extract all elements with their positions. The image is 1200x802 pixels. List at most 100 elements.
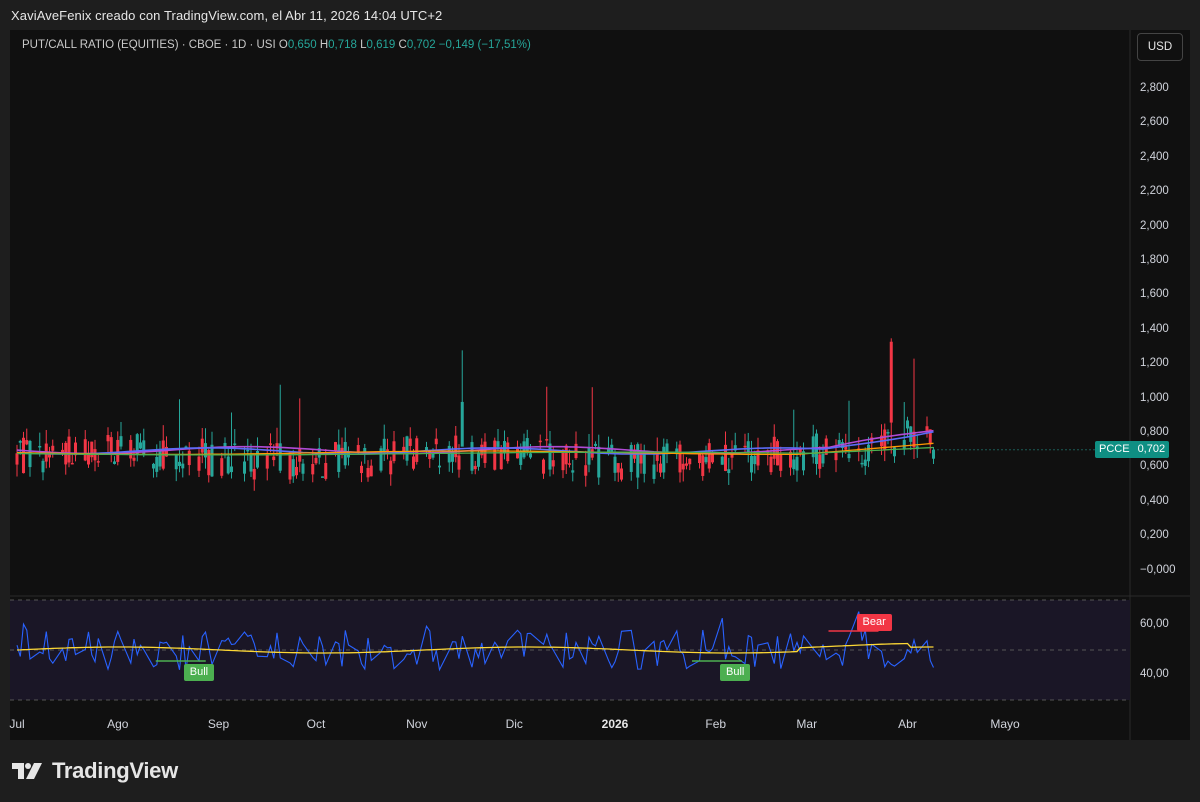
y-tick-label: 2,000 — [1140, 219, 1169, 232]
candle-body — [197, 456, 201, 471]
candle-body — [129, 439, 133, 459]
candle-body — [158, 449, 162, 467]
x-tick-label: Dic — [505, 717, 523, 731]
candle-body — [15, 453, 19, 465]
candle-body — [41, 460, 45, 473]
candle-body — [291, 459, 295, 477]
candle-body — [659, 463, 662, 473]
x-tick-label: Jul — [9, 717, 25, 731]
candle-body — [473, 465, 477, 470]
candle-body — [542, 459, 545, 474]
tradingview-logo[interactable]: TradingView — [12, 758, 178, 784]
candle-body — [246, 449, 250, 452]
candle-body — [386, 449, 389, 451]
candle-body — [132, 457, 136, 461]
y-tick-label: 0,800 — [1140, 425, 1169, 438]
candle-body — [252, 468, 256, 480]
candle-body — [139, 442, 142, 449]
candle-body — [642, 453, 646, 474]
bear-signal-label: Bear — [856, 614, 892, 631]
candle-body — [382, 438, 386, 453]
x-tick-label: Ago — [107, 717, 129, 731]
candle-body — [496, 441, 500, 447]
candle-body — [795, 456, 799, 471]
candle-body — [629, 444, 633, 472]
candle-body — [886, 432, 890, 434]
candle-body — [522, 441, 526, 458]
candle-body — [210, 444, 214, 477]
candle-body — [704, 457, 708, 463]
candle-body — [529, 453, 532, 458]
x-tick-label: Abr — [898, 717, 917, 731]
candle-body — [493, 440, 497, 470]
candle-body — [22, 437, 25, 474]
candle-body — [178, 461, 181, 467]
candle-body — [301, 463, 305, 474]
legend-close: 0,702 — [406, 39, 436, 51]
legend-high: 0,718 — [328, 39, 357, 51]
candle-body — [720, 456, 724, 465]
candle-body — [119, 436, 123, 447]
candle-body — [415, 438, 419, 462]
y-tick-label: 1,000 — [1140, 391, 1169, 404]
y-tick-label: 0,200 — [1140, 529, 1169, 542]
chart-canvas[interactable] — [0, 0, 1200, 802]
candle-body — [746, 441, 750, 453]
candle-body — [269, 443, 272, 445]
candle-body — [639, 453, 643, 464]
candle-body — [233, 443, 237, 445]
candle-body — [652, 464, 656, 479]
tradingview-logo-icon — [12, 763, 42, 779]
candle-body — [116, 439, 120, 462]
candle-body — [366, 467, 370, 478]
candle-body — [678, 444, 682, 473]
candle-body — [519, 451, 523, 465]
candle-body — [834, 451, 838, 461]
symbol-title: PUT/CALL RATIO (EQUITIES) · CBOE · 1D · … — [22, 39, 276, 51]
candle-body — [792, 459, 796, 470]
candle-body — [425, 447, 428, 451]
candle-body — [438, 465, 441, 468]
x-tick-label: Sep — [207, 717, 230, 731]
candle-body — [613, 456, 617, 473]
candle-body — [109, 437, 113, 454]
candle-body — [860, 462, 864, 465]
candle-body — [863, 459, 867, 466]
candle-body — [70, 462, 74, 465]
symbol-legend[interactable]: PUT/CALL RATIO (EQUITIES) · CBOE · 1D · … — [22, 39, 531, 51]
candle-body — [181, 463, 185, 469]
y-tick-label: 2,200 — [1140, 185, 1169, 198]
candle-body — [724, 444, 727, 471]
candle-body — [83, 439, 87, 461]
candle-body — [571, 470, 575, 473]
candle-body — [314, 457, 318, 464]
y-tick-label: 1,800 — [1140, 253, 1169, 266]
candle-body — [272, 456, 276, 461]
legend-low: 0,619 — [366, 39, 396, 51]
candle-body — [447, 445, 451, 463]
candle-body — [779, 454, 783, 471]
candle-body — [288, 452, 292, 480]
candle-body — [925, 426, 929, 431]
candle-body — [688, 458, 692, 465]
legend-high-label: H — [319, 39, 329, 51]
candle-body — [906, 420, 909, 429]
y-tick-label: 1,600 — [1140, 288, 1169, 301]
candle-body — [545, 439, 549, 441]
candle-body — [321, 476, 324, 478]
footer — [0, 740, 1200, 802]
candle-body — [220, 458, 224, 476]
candle-body — [564, 445, 568, 465]
rsi-tick-label: 40,00 — [1140, 668, 1169, 680]
candle-body — [200, 438, 204, 453]
candle-body — [769, 456, 773, 473]
candle-body — [226, 456, 230, 474]
legend-open-label: O — [278, 39, 288, 51]
candle-body — [405, 436, 409, 461]
candle-body — [584, 465, 588, 476]
currency-button[interactable]: USD — [1137, 33, 1183, 61]
price-tag-value: 0,702 — [1137, 443, 1166, 455]
bull-signal-label: Bull — [720, 664, 751, 681]
candle-body — [106, 435, 110, 442]
candle-body — [334, 442, 337, 452]
